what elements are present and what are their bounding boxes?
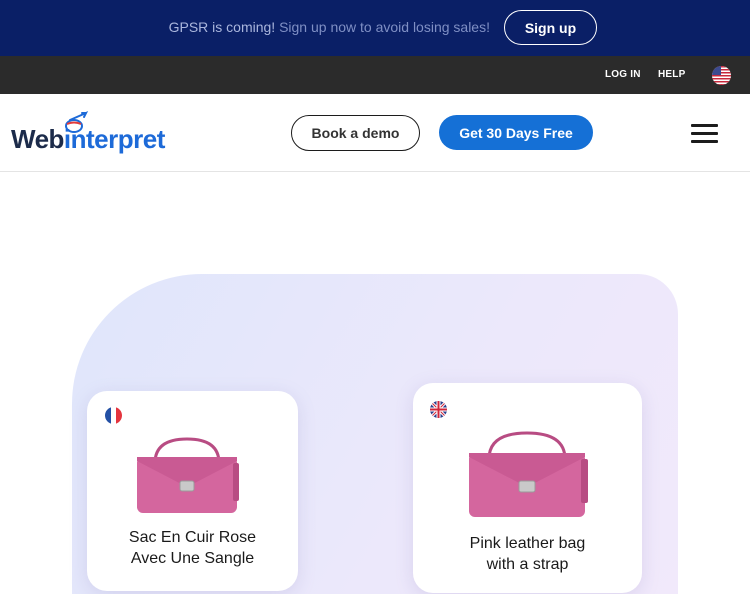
book-demo-button[interactable]: Book a demo <box>291 115 420 151</box>
hamburger-menu-icon[interactable] <box>691 124 718 144</box>
promo-highlight: GPSR is coming! <box>168 19 276 35</box>
promo-banner: GPSR is coming! Sign up now to avoid los… <box>0 0 750 56</box>
promo-cta-text: Sign up now to avoid losing sales! <box>275 19 490 35</box>
french-title-line1: Sac En Cuir Rose <box>128 529 257 546</box>
login-link[interactable]: LOG IN <box>605 69 641 80</box>
webinterpret-logo[interactable]: Webinterpret <box>11 110 186 158</box>
us-flag-icon[interactable] <box>712 66 731 85</box>
utility-bar: LOG IN HELP <box>0 56 750 94</box>
product-card-french: Sac En Cuir Rose Avec Une Sangle <box>87 391 298 591</box>
french-title-line2: Avec Une Sangle <box>130 550 255 567</box>
logo-wordmark-web: Web <box>11 124 64 154</box>
promo-message: GPSR is coming! Sign up now to avoid los… <box>0 19 490 35</box>
signup-button[interactable]: Sign up <box>504 10 597 45</box>
english-title-line2: with a strap <box>486 556 569 573</box>
pink-bag-image <box>469 431 588 517</box>
english-title-line1: Pink leather bag <box>469 535 586 552</box>
product-card-english: Pink leather bag with a strap <box>413 383 642 593</box>
logo-wordmark: Webinterpret <box>11 124 165 155</box>
france-flag-icon <box>105 407 122 424</box>
help-link[interactable]: HELP <box>658 69 685 80</box>
logo-wordmark-interpret: interpret <box>63 124 165 154</box>
pink-bag-image <box>137 437 239 513</box>
uk-flag-icon <box>430 401 447 418</box>
free-trial-button[interactable]: Get 30 Days Free <box>439 115 593 150</box>
